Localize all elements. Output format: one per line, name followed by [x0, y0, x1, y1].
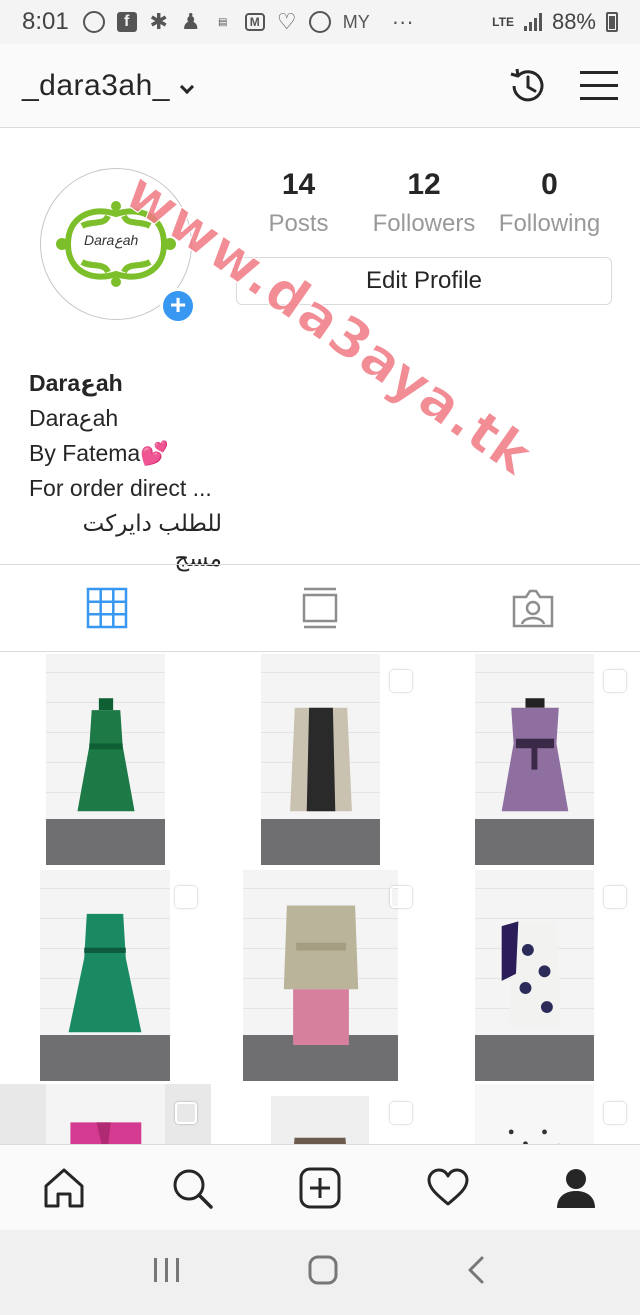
multi-photo-icon	[175, 886, 197, 908]
grid-post[interactable]	[0, 868, 211, 1081]
avatar-container[interactable]: Daraعah +	[40, 168, 196, 324]
nav-search[interactable]	[128, 1166, 256, 1210]
profile-header: _dara3ah_	[0, 44, 640, 128]
profile-icon	[557, 1168, 595, 1208]
system-navigation	[0, 1230, 640, 1315]
home-button-icon[interactable]	[307, 1254, 339, 1291]
battery-icon	[606, 12, 618, 32]
bio-line: By Fatema💕	[29, 440, 169, 466]
multi-photo-icon	[604, 670, 626, 692]
profile-bio: Daraعah Daraعah By Fatema💕 For order dir…	[29, 366, 329, 576]
battery-percent: 88%	[551, 9, 596, 34]
signal-icon	[523, 13, 542, 31]
app-icon: ▤	[217, 16, 228, 28]
add-story-icon[interactable]: +	[160, 288, 196, 324]
video-icon	[167, 672, 198, 690]
status-label: MY	[342, 11, 370, 32]
network-type: LTE	[492, 15, 514, 29]
edit-profile-button[interactable]: Edit Profile	[236, 257, 612, 305]
avatar-text: Daraعah	[84, 232, 139, 248]
post-thumbnail	[498, 1119, 571, 1144]
settings-badge-icon: ✱	[149, 9, 168, 34]
bio-line: Daraعah	[29, 405, 119, 431]
accessibility-icon: ♟	[180, 9, 201, 34]
grid-post[interactable]	[0, 1084, 211, 1144]
nav-home[interactable]	[0, 1166, 128, 1210]
stat-label: Followers	[372, 210, 476, 237]
grid-post[interactable]	[429, 868, 640, 1081]
multi-photo-icon	[390, 886, 412, 908]
gmail-icon: M	[244, 13, 265, 31]
stat-followers[interactable]: 12 Followers	[362, 168, 487, 238]
profile-tabs	[0, 564, 640, 652]
sync-icon	[308, 11, 331, 33]
back-icon[interactable]	[464, 1254, 488, 1291]
post-thumbnail	[289, 707, 352, 811]
notification-icons: f ✱ ♟ ▤ M ♡ MY ···	[82, 9, 414, 35]
nav-profile[interactable]	[512, 1166, 640, 1210]
nav-add-post[interactable]	[256, 1166, 384, 1210]
facebook-icon: f	[116, 12, 137, 32]
search-icon	[173, 1169, 213, 1209]
menu-icon[interactable]	[580, 69, 618, 103]
grid-post[interactable]	[215, 652, 426, 865]
grid-icon	[86, 587, 127, 629]
app-icon: ♡	[276, 9, 297, 34]
bottom-navigation	[0, 1144, 640, 1230]
post-thumbnail	[68, 913, 142, 1032]
grid-post[interactable]	[215, 868, 426, 1081]
stat-posts[interactable]: 14 Posts	[236, 168, 361, 238]
status-time: 8:01	[22, 8, 69, 35]
grid-post[interactable]	[215, 1084, 426, 1144]
post-thumbnail	[283, 905, 358, 1045]
multi-photo-icon	[604, 886, 626, 908]
post-thumbnail	[69, 1122, 142, 1144]
nav-activity[interactable]	[384, 1166, 512, 1210]
recent-apps-icon[interactable]	[152, 1256, 182, 1289]
grid-post[interactable]	[429, 652, 640, 865]
bio-line[interactable]: For order direct ...	[29, 471, 329, 506]
post-grid	[0, 652, 640, 1144]
multi-photo-icon	[390, 1102, 412, 1124]
profile-stats: 14 Posts 12 Followers 0 Following	[236, 168, 612, 238]
multi-photo-icon	[604, 1102, 626, 1124]
more-notifications: ···	[391, 9, 414, 34]
grid-post[interactable]	[429, 1084, 640, 1144]
feed-icon	[302, 587, 338, 629]
post-thumbnail	[501, 697, 568, 811]
heart-icon	[427, 1168, 469, 1205]
multi-photo-icon	[390, 670, 412, 692]
tagged-icon	[513, 589, 554, 628]
stat-label: Posts	[268, 210, 329, 237]
home-icon	[44, 1168, 84, 1207]
stat-value: 0	[541, 168, 558, 201]
tab-tagged[interactable]	[427, 565, 640, 651]
add-post-icon	[299, 1167, 341, 1208]
system-status: LTE 88%	[492, 9, 618, 35]
grid-post[interactable]	[0, 652, 211, 865]
stat-value: 14	[281, 168, 316, 201]
stat-value: 12	[407, 168, 441, 201]
stat-following[interactable]: 0 Following	[487, 168, 612, 238]
username[interactable]: _dara3ah_	[22, 69, 170, 103]
tab-feed[interactable]	[213, 565, 426, 651]
profile-name: Daraعah	[29, 370, 123, 396]
post-thumbnail	[501, 921, 561, 1027]
history-icon[interactable]	[506, 64, 550, 108]
status-bar: 8:01 f ✱ ♟ ▤ M ♡ MY ··· LTE 88%	[0, 0, 640, 44]
post-thumbnail	[294, 1137, 346, 1144]
post-thumbnail	[76, 697, 135, 811]
chevron-down-icon[interactable]	[179, 79, 195, 94]
tab-grid[interactable]	[0, 565, 213, 651]
whatsapp-icon	[82, 11, 105, 33]
stat-label: Following	[498, 210, 601, 237]
multi-photo-icon	[175, 1102, 197, 1124]
